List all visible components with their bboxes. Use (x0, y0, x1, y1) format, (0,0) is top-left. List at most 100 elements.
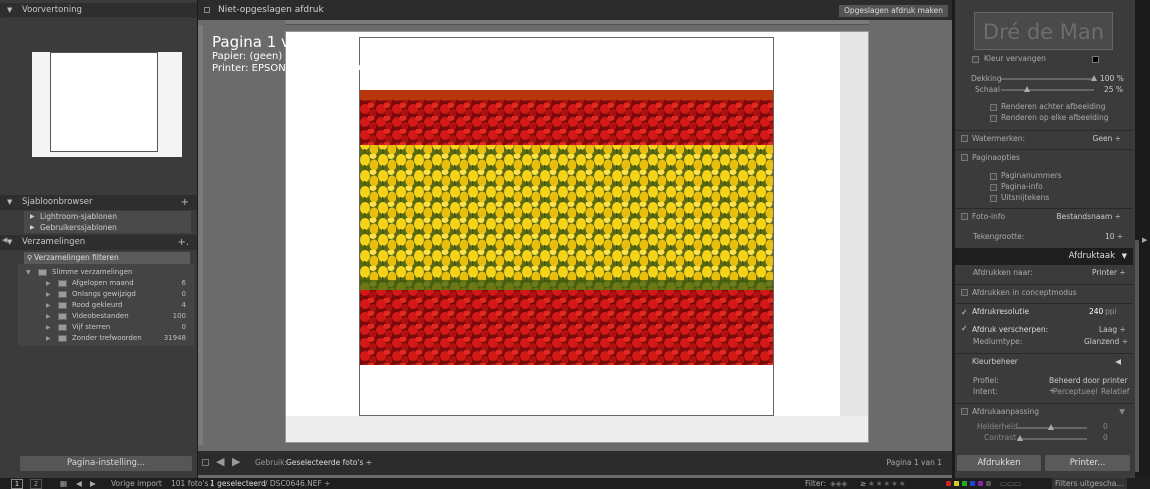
file-name[interactable]: / DSC0646.NEF ÷ (265, 478, 331, 489)
tulip-photo-graphic (360, 90, 773, 365)
opacity-slider[interactable] (1001, 75, 1097, 81)
grid-icon[interactable]: ▦ (60, 478, 67, 489)
sharpen-dropdown[interactable]: Laag ÷ (1099, 325, 1126, 335)
page-options-checkbox[interactable] (961, 154, 968, 161)
save-print-button[interactable]: Opgeslagen afdruk maken (838, 5, 948, 17)
left-panel-toggle-icon[interactable]: ◀ (2, 236, 7, 244)
color-management-header[interactable]: Kleurbeheer ◀ (955, 353, 1133, 369)
star-filter-icon[interactable]: ★★★★★ (868, 478, 907, 489)
resolution-checkbox[interactable] (961, 305, 968, 321)
brightness-slider-knob[interactable] (1048, 424, 1054, 430)
green-label-filter-icon[interactable] (962, 481, 967, 486)
expand-triangle-icon: ▶ (46, 280, 51, 287)
rating-filter-icon[interactable]: ≥ (860, 478, 866, 489)
forward-arrow-icon[interactable]: ▶ (90, 478, 96, 489)
intent-relative[interactable]: Relatief (1101, 387, 1129, 397)
horizontal-ruler (285, 20, 869, 25)
template-folder-lightroom[interactable]: ▶ Lightroom-sjablonen (24, 211, 191, 222)
opacity-slider-knob[interactable] (1091, 75, 1097, 81)
add-collection-icon[interactable]: +. (177, 235, 189, 250)
collapse-triangle-icon: ▼ (7, 238, 13, 246)
intent-perceptual[interactable]: Perceptueel (1053, 387, 1097, 397)
media-type-dropdown[interactable]: Glanzend ÷ (1084, 337, 1128, 347)
page-margin-bottom (286, 416, 868, 442)
flag-filter-icon[interactable]: ◈◈◈ (830, 478, 847, 489)
collection-count: 0 (181, 323, 186, 331)
color-swatch[interactable] (1092, 56, 1099, 63)
filter-preset-dropdown[interactable]: Filters uitgescha... (1052, 478, 1127, 489)
kind-filter-icon[interactable]: ▭▭▭ (1000, 478, 1021, 489)
next-page-icon[interactable]: ▶ (232, 455, 240, 468)
tulip-photo[interactable] (360, 90, 773, 365)
red-label-filter-icon[interactable] (946, 481, 951, 486)
font-size-dropdown[interactable]: 10 ÷ (1105, 232, 1123, 242)
collection-item[interactable]: ▶ Videobestanden 100 (18, 311, 194, 322)
view-mode-icon[interactable] (202, 459, 209, 466)
collection-item[interactable]: ▶ Afgelopen maand 6 (18, 278, 194, 289)
smart-collections-folder[interactable]: ▼ Slimme verzamelingen (18, 267, 194, 278)
use-dropdown[interactable]: Geselecteerde foto's ÷ (286, 451, 372, 475)
primary-screen-button[interactable]: 1 (11, 479, 23, 489)
scale-slider-knob[interactable] (1023, 86, 1030, 92)
secondary-screen-button[interactable]: 2 (30, 479, 42, 489)
render-each-label: Renderen op elke afbeelding (1001, 113, 1109, 122)
contrast-slider-knob[interactable] (1017, 435, 1023, 441)
page-info-checkbox[interactable] (990, 184, 997, 191)
sharpen-checkbox[interactable] (961, 324, 968, 334)
purple-label-filter-icon[interactable] (978, 481, 983, 486)
watermark-checkbox[interactable] (961, 135, 968, 142)
identity-plate[interactable]: Dré de Man (974, 12, 1113, 50)
smart-collection-icon (58, 280, 67, 287)
collection-label: Videobestanden (72, 312, 129, 320)
page-margin-right (840, 32, 868, 442)
brightness-slider[interactable] (1017, 424, 1087, 430)
blue-label-filter-icon[interactable] (970, 481, 975, 486)
preview-title: Voorvertoning (22, 5, 82, 15)
collection-item[interactable]: ▶ Vijf sterren 0 (18, 322, 194, 333)
print-button[interactable]: Afdrukken (957, 455, 1041, 471)
page-numbers-checkbox[interactable] (990, 173, 997, 180)
template-folder-user[interactable]: ▶ Gebruikerssjablonen (24, 222, 191, 233)
image-cell[interactable] (359, 37, 774, 416)
preview-panel-header[interactable]: ▼ Voorvertoning (0, 3, 197, 18)
watermark-label: Watermerken: (972, 134, 1026, 143)
smart-collection-icon (58, 302, 67, 309)
template-browser-header[interactable]: ▼ Sjabloonbrowser + (0, 195, 197, 210)
collection-item[interactable]: ▶ Zonder trefwoorden 31948 (18, 333, 194, 344)
selected-count: 1 geselecteerd (210, 479, 266, 488)
render-each-checkbox[interactable] (990, 115, 997, 122)
add-template-icon[interactable]: + (181, 195, 189, 210)
brightness-value: 0 (1103, 422, 1108, 431)
contrast-slider[interactable] (1017, 435, 1087, 441)
photo-info-checkbox[interactable] (961, 213, 968, 220)
replace-color-checkbox[interactable] (972, 56, 979, 63)
collection-item[interactable]: ▶ Onlangs gewijzigd 0 (18, 289, 194, 300)
collections-header[interactable]: ▼ Verzamelingen +. (0, 235, 197, 250)
source-label[interactable]: Vorige import (111, 478, 162, 489)
collection-item[interactable]: ▶ Rood gekleurd 4 (18, 300, 194, 311)
print-job-panel-header[interactable]: Afdruktaak ▼ (955, 248, 1133, 265)
left-panel: ▼ Voorvertoning ▼ Sjabloonbrowser + ▶ Li… (0, 0, 197, 478)
render-behind-checkbox[interactable] (990, 104, 997, 111)
resolution-value[interactable]: 240 (1089, 307, 1103, 317)
print-to-dropdown[interactable]: Printer ÷ (1092, 268, 1126, 278)
print-adjustment-checkbox[interactable] (961, 408, 968, 415)
page-setup-button[interactable]: Pagina-instelling... (20, 456, 192, 471)
print-title: Niet-opgeslagen afdruk (218, 5, 324, 15)
no-label-filter-icon[interactable] (986, 481, 991, 486)
printer-button[interactable]: Printer... (1045, 455, 1130, 471)
draft-mode-checkbox[interactable] (961, 289, 968, 296)
back-arrow-icon[interactable]: ◀ (76, 478, 82, 489)
crop-marks-checkbox[interactable] (990, 195, 997, 202)
page-counter: Pagina 1 van 1 (886, 458, 942, 467)
resolution-row: Afdrukresolutie 240 ppi (955, 303, 1133, 321)
scale-slider[interactable] (1001, 86, 1094, 92)
filter-collections-field[interactable]: ⚲ Verzamelingen filteren (24, 252, 190, 264)
right-panel-toggle-icon[interactable]: ▶ (1142, 236, 1147, 244)
page-info-overlay: Pagina 1 van 1 Papier: (geen) Printer: E… (212, 34, 367, 75)
yellow-label-filter-icon[interactable] (954, 481, 959, 486)
previous-page-icon[interactable]: ◀ (216, 455, 224, 468)
photo-info-dropdown[interactable]: Bestandsnaam ÷ (1056, 212, 1121, 222)
right-panel-scrollbar[interactable] (1135, 240, 1139, 472)
watermark-dropdown[interactable]: Geen ÷ (1093, 134, 1121, 144)
